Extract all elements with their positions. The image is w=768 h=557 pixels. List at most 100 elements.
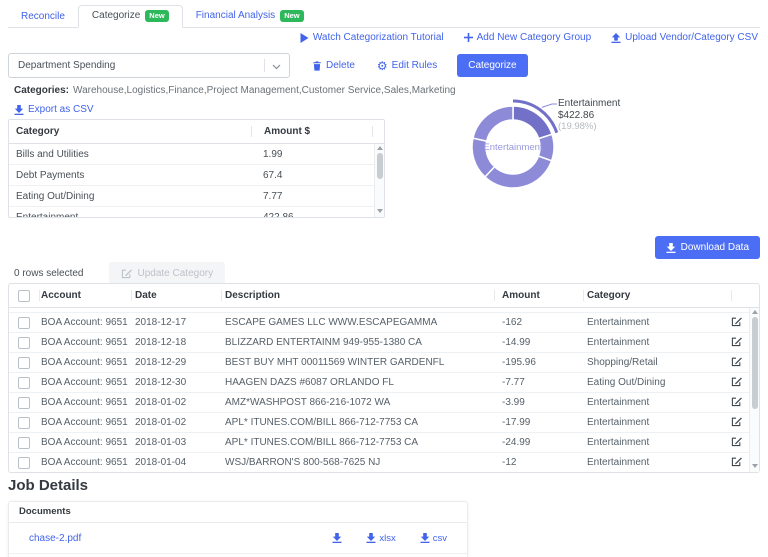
column-header-amount: Amount $ xyxy=(264,126,311,137)
summary-amount-cell: 1.99 xyxy=(263,148,283,160)
delete-button[interactable]: Delete xyxy=(312,60,355,71)
add-new-category-group-link[interactable]: Add New Category Group xyxy=(463,32,591,43)
category-cell: Entertainment xyxy=(587,417,650,428)
watch-categorization-tutorial-link[interactable]: Watch Categorization Tutorial xyxy=(300,32,444,43)
category-cell: Shopping/Retail xyxy=(587,357,658,368)
transaction-row: BOA Account: 9651 2018-12-17 ESCAPE GAMES … xyxy=(9,312,759,332)
category-cell: Entertainment xyxy=(587,457,650,468)
scroll-up-arrow[interactable] xyxy=(751,310,758,314)
tab-categorize[interactable]: Categorize New xyxy=(77,5,183,28)
document-row: chase-2.pdf xlsx csv xyxy=(9,523,467,554)
summary-amount-cell: 67.4 xyxy=(263,169,283,181)
pencil-square-icon xyxy=(731,376,742,387)
summary-amount-cell: 7.77 xyxy=(263,190,283,202)
account-cell: BOA Account: 9651 xyxy=(41,457,128,468)
donut-segment-0[interactable] xyxy=(512,105,553,140)
scroll-thumb[interactable] xyxy=(376,153,383,179)
tab-label: Categorize xyxy=(91,10,141,22)
date-cell: 2018-01-02 xyxy=(135,397,187,408)
amount-cell: -195.96 xyxy=(502,357,536,368)
date-cell: 2018-01-02 xyxy=(135,417,187,428)
row-select-cell xyxy=(9,356,39,369)
description-cell: BEST BUY MHT 00011569 WINTER GARDENFL xyxy=(225,357,445,368)
donut-segment-2[interactable] xyxy=(483,155,553,189)
category-cell: Entertainment xyxy=(587,337,650,348)
summary-scrollbar[interactable] xyxy=(374,144,384,217)
chevron-down-icon xyxy=(272,64,281,70)
categories-line: Categories: Warehouse,Logistics,Finance,P… xyxy=(14,85,456,96)
upload-vendor-category-csv-link[interactable]: Upload Vendor/Category CSV xyxy=(611,32,758,43)
amount-cell: -14.99 xyxy=(502,337,531,348)
download-csv-button[interactable]: csv xyxy=(420,533,447,544)
description-cell: BLIZZARD ENTERTAINM 949-955-1380 CA xyxy=(225,337,422,348)
row-checkbox[interactable] xyxy=(18,336,30,349)
categorize-button[interactable]: Categorize xyxy=(457,54,528,77)
donut-segment-3[interactable] xyxy=(471,137,496,178)
transaction-row: BOA Account: 9651 2018-12-18 BLIZZARD ENTE… xyxy=(9,332,759,352)
amount-cell: -17.99 xyxy=(502,417,531,428)
row-select-cell xyxy=(9,436,39,449)
download-icon xyxy=(14,104,24,115)
document-name-link[interactable]: chase-2.pdf xyxy=(29,533,81,544)
select-all-checkbox[interactable] xyxy=(18,289,30,302)
category-cell: Entertainment xyxy=(587,437,650,448)
play-icon xyxy=(300,32,309,43)
column-header-amount: Amount xyxy=(502,290,540,301)
scroll-thumb[interactable] xyxy=(751,317,758,409)
transactions-scrollbar[interactable] xyxy=(749,308,759,472)
description-cell: APL* ITUNES.COM/BILL 866-712-7753 CA xyxy=(225,417,419,428)
row-select-cell xyxy=(9,376,39,389)
download-xlsx-button[interactable]: xlsx xyxy=(366,533,396,544)
row-checkbox[interactable] xyxy=(18,376,30,389)
transaction-row: BOA Account: 9651 2018-01-04 WSJ/BARRON'S … xyxy=(9,452,759,472)
edit-category-button[interactable] xyxy=(731,316,742,327)
download-file-button[interactable] xyxy=(332,533,342,544)
pencil-square-icon xyxy=(731,436,742,447)
transactions-table: Account Date Description Amount Category… xyxy=(8,283,760,473)
delete-label: Delete xyxy=(326,60,355,71)
edit-category-button[interactable] xyxy=(731,456,742,467)
account-cell: BOA Account: 9651 xyxy=(41,357,128,368)
edit-rules-button[interactable]: ⚙ Edit Rules xyxy=(377,60,437,72)
edit-category-button[interactable] xyxy=(731,416,742,427)
tab-reconcile[interactable]: Reconcile xyxy=(8,7,78,27)
account-cell: BOA Account: 9651 xyxy=(41,377,128,388)
tab-label: Reconcile xyxy=(21,10,65,22)
toolbar: Department Spending Delete ⚙ Edit Rules … xyxy=(8,53,528,78)
row-checkbox[interactable] xyxy=(18,356,30,369)
row-checkbox[interactable] xyxy=(18,436,30,449)
update-category-button[interactable]: Update Category xyxy=(109,262,226,285)
tab-bar: Reconcile Categorize New Financial Analys… xyxy=(8,5,760,28)
scroll-up-arrow[interactable] xyxy=(376,146,383,150)
donut-segment-4[interactable] xyxy=(472,105,514,143)
summary-category-cell: Bills and Utilities xyxy=(16,148,89,160)
column-header-account: Account xyxy=(41,290,81,301)
gear-icon: ⚙ xyxy=(376,58,388,73)
pencil-square-icon xyxy=(731,396,742,407)
tab-financial-analysis[interactable]: Financial Analysis New xyxy=(183,6,317,27)
document-download-links: xlsx csv xyxy=(332,533,447,544)
category-group-select[interactable]: Department Spending xyxy=(8,53,290,78)
export-csv-button[interactable]: Export as CSV xyxy=(14,104,94,115)
download-data-label: Download Data xyxy=(680,242,749,253)
edit-category-button[interactable] xyxy=(731,376,742,387)
categories-label: Categories: xyxy=(14,85,70,96)
transactions-table-header: Account Date Description Amount Category xyxy=(9,284,759,308)
pencil-square-icon xyxy=(121,268,133,279)
scroll-down-arrow[interactable] xyxy=(752,464,758,468)
summary-category-cell: Eating Out/Dining xyxy=(16,190,95,202)
download-data-button[interactable]: Download Data xyxy=(654,236,760,259)
row-checkbox[interactable] xyxy=(18,396,30,409)
summary-row: Entertainment 422.86 xyxy=(9,207,384,218)
edit-category-button[interactable] xyxy=(731,436,742,447)
edit-category-button[interactable] xyxy=(731,356,742,367)
edit-category-button[interactable] xyxy=(731,336,742,347)
link-label: Upload Vendor/Category CSV xyxy=(625,32,758,43)
pencil-square-icon xyxy=(731,336,742,347)
edit-category-button[interactable] xyxy=(731,396,742,407)
scroll-down-arrow[interactable] xyxy=(377,209,383,213)
row-checkbox[interactable] xyxy=(18,416,30,429)
row-checkbox[interactable] xyxy=(18,316,30,329)
row-checkbox[interactable] xyxy=(18,456,30,469)
pencil-square-icon xyxy=(731,456,742,467)
